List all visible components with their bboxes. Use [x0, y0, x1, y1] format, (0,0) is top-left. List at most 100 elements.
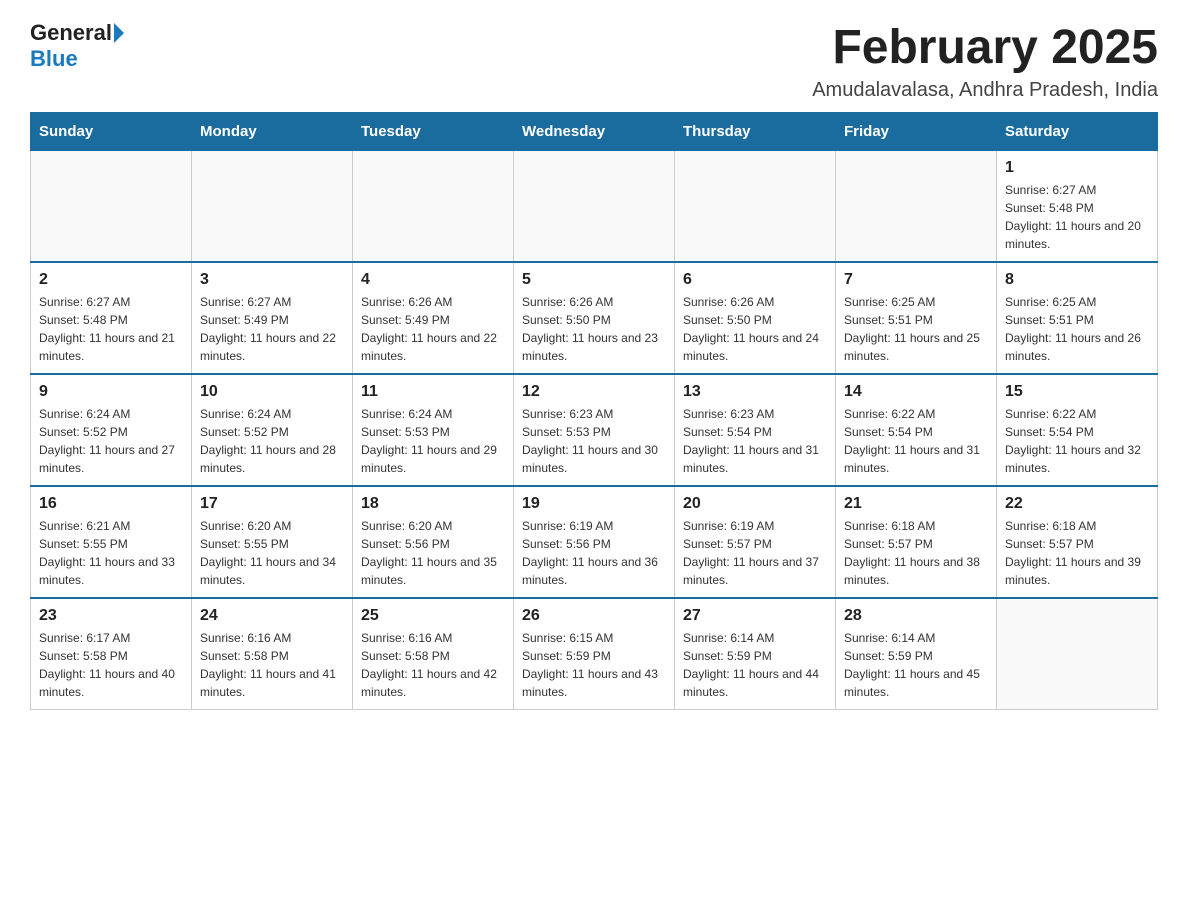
day-info: Sunrise: 6:26 AM Sunset: 5:50 PM Dayligh…	[522, 293, 666, 365]
day-info: Sunrise: 6:16 AM Sunset: 5:58 PM Dayligh…	[361, 629, 505, 701]
day-number: 1	[1005, 159, 1149, 177]
calendar-cell: 21Sunrise: 6:18 AM Sunset: 5:57 PM Dayli…	[836, 486, 997, 598]
weekday-header-sunday: Sunday	[31, 113, 192, 151]
calendar-cell: 22 Sunrise: 6:18 AM Sunset: 5:57 PM Dayli…	[997, 486, 1158, 598]
calendar-cell: 4 Sunrise: 6:26 AM Sunset: 5:49 PM Daylig…	[353, 262, 514, 374]
day-number: 4	[361, 271, 505, 289]
day-number: 16	[39, 495, 183, 513]
calendar-cell: 12 Sunrise: 6:23 AM Sunset: 5:53 PM Dayli…	[514, 374, 675, 486]
day-info: Sunrise: 6:24 AM Sunset: 5:53 PM Dayligh…	[361, 405, 505, 477]
calendar-week-4: 16 Sunrise: 6:21 AM Sunset: 5:55 PM Dayli…	[31, 486, 1158, 598]
page-header: General Blue February 2025 Amudalavalasa…	[30, 20, 1158, 102]
calendar-cell: 2 Sunrise: 6:27 AM Sunset: 5:48 PM Daylig…	[31, 262, 192, 374]
day-number: 8	[1005, 271, 1149, 289]
weekday-header-saturday: Saturday	[997, 113, 1158, 151]
day-info: Sunrise: 6:23 AM Sunset: 5:54 PM Dayligh…	[683, 405, 827, 477]
calendar-cell: 16 Sunrise: 6:21 AM Sunset: 5:55 PM Dayli…	[31, 486, 192, 598]
day-number: 12	[522, 383, 666, 401]
calendar-cell: 26 Sunrise: 6:15 AM Sunset: 5:59 PM Dayli…	[514, 598, 675, 710]
day-number: 11	[361, 383, 505, 401]
calendar-week-5: 23 Sunrise: 6:17 AM Sunset: 5:58 PM Dayli…	[31, 598, 1158, 710]
calendar-cell: 5 Sunrise: 6:26 AM Sunset: 5:50 PM Daylig…	[514, 262, 675, 374]
calendar-cell	[31, 151, 192, 263]
day-info: Sunrise: 6:23 AM Sunset: 5:53 PM Dayligh…	[522, 405, 666, 477]
calendar-cell	[353, 151, 514, 263]
day-info: Sunrise: 6:26 AM Sunset: 5:49 PM Dayligh…	[361, 293, 505, 365]
day-number: 9	[39, 383, 183, 401]
day-info: Sunrise: 6:21 AM Sunset: 5:55 PM Dayligh…	[39, 517, 183, 589]
day-info: Sunrise: 6:22 AM Sunset: 5:54 PM Dayligh…	[1005, 405, 1149, 477]
weekday-header-thursday: Thursday	[675, 113, 836, 151]
day-info: Sunrise: 6:27 AM Sunset: 5:48 PM Dayligh…	[39, 293, 183, 365]
calendar-cell: 8 Sunrise: 6:25 AM Sunset: 5:51 PM Daylig…	[997, 262, 1158, 374]
day-info: Sunrise: 6:17 AM Sunset: 5:58 PM Dayligh…	[39, 629, 183, 701]
day-number: 19	[522, 495, 666, 513]
day-info: Sunrise: 6:18 AM Sunset: 5:57 PM Dayligh…	[1005, 517, 1149, 589]
day-number: 5	[522, 271, 666, 289]
day-number: 28	[844, 607, 988, 625]
day-info: Sunrise: 6:24 AM Sunset: 5:52 PM Dayligh…	[200, 405, 344, 477]
day-info: Sunrise: 6:27 AM Sunset: 5:48 PM Dayligh…	[1005, 181, 1149, 253]
day-number: 22	[1005, 495, 1149, 513]
calendar-cell: 17Sunrise: 6:20 AM Sunset: 5:55 PM Dayli…	[192, 486, 353, 598]
title-section: February 2025 Amudalavalasa, Andhra Prad…	[812, 20, 1158, 102]
calendar-cell: 28 Sunrise: 6:14 AM Sunset: 5:59 PM Dayli…	[836, 598, 997, 710]
calendar-week-2: 2 Sunrise: 6:27 AM Sunset: 5:48 PM Daylig…	[31, 262, 1158, 374]
day-number: 14	[844, 383, 988, 401]
day-number: 2	[39, 271, 183, 289]
weekday-header-friday: Friday	[836, 113, 997, 151]
day-info: Sunrise: 6:19 AM Sunset: 5:57 PM Dayligh…	[683, 517, 827, 589]
day-info: Sunrise: 6:15 AM Sunset: 5:59 PM Dayligh…	[522, 629, 666, 701]
weekday-header-wednesday: Wednesday	[514, 113, 675, 151]
day-info: Sunrise: 6:24 AM Sunset: 5:52 PM Dayligh…	[39, 405, 183, 477]
calendar-cell: 23 Sunrise: 6:17 AM Sunset: 5:58 PM Dayli…	[31, 598, 192, 710]
logo-general-text: General	[30, 20, 112, 46]
calendar-cell: 1 Sunrise: 6:27 AM Sunset: 5:48 PM Daylig…	[997, 151, 1158, 263]
calendar-cell: 25 Sunrise: 6:16 AM Sunset: 5:58 PM Dayli…	[353, 598, 514, 710]
day-info: Sunrise: 6:26 AM Sunset: 5:50 PM Dayligh…	[683, 293, 827, 365]
calendar-table: SundayMondayTuesdayWednesdayThursdayFrid…	[30, 112, 1158, 710]
calendar-cell	[514, 151, 675, 263]
calendar-cell: 11 Sunrise: 6:24 AM Sunset: 5:53 PM Dayli…	[353, 374, 514, 486]
calendar-cell: 19 Sunrise: 6:19 AM Sunset: 5:56 PM Dayli…	[514, 486, 675, 598]
calendar-cell: 15Sunrise: 6:22 AM Sunset: 5:54 PM Dayli…	[997, 374, 1158, 486]
calendar-cell	[997, 598, 1158, 710]
day-info: Sunrise: 6:14 AM Sunset: 5:59 PM Dayligh…	[844, 629, 988, 701]
calendar-cell: 14 Sunrise: 6:22 AM Sunset: 5:54 PM Dayli…	[836, 374, 997, 486]
day-number: 20	[683, 495, 827, 513]
day-number: 23	[39, 607, 183, 625]
day-number: 10	[200, 383, 344, 401]
calendar-cell	[675, 151, 836, 263]
calendar-cell: 3Sunrise: 6:27 AM Sunset: 5:49 PM Daylig…	[192, 262, 353, 374]
day-info: Sunrise: 6:22 AM Sunset: 5:54 PM Dayligh…	[844, 405, 988, 477]
day-info: Sunrise: 6:16 AM Sunset: 5:58 PM Dayligh…	[200, 629, 344, 701]
day-number: 7	[844, 271, 988, 289]
day-info: Sunrise: 6:25 AM Sunset: 5:51 PM Dayligh…	[844, 293, 988, 365]
day-info: Sunrise: 6:19 AM Sunset: 5:56 PM Dayligh…	[522, 517, 666, 589]
calendar-week-3: 9 Sunrise: 6:24 AM Sunset: 5:52 PM Daylig…	[31, 374, 1158, 486]
logo-text: General	[30, 20, 126, 46]
calendar-week-1: 1 Sunrise: 6:27 AM Sunset: 5:48 PM Daylig…	[31, 151, 1158, 263]
calendar-cell: 13Sunrise: 6:23 AM Sunset: 5:54 PM Dayli…	[675, 374, 836, 486]
logo-blue-text: Blue	[30, 46, 78, 72]
weekday-header-tuesday: Tuesday	[353, 113, 514, 151]
day-number: 26	[522, 607, 666, 625]
day-info: Sunrise: 6:18 AM Sunset: 5:57 PM Dayligh…	[844, 517, 988, 589]
calendar-cell: 18Sunrise: 6:20 AM Sunset: 5:56 PM Dayli…	[353, 486, 514, 598]
calendar-cell: 27Sunrise: 6:14 AM Sunset: 5:59 PM Dayli…	[675, 598, 836, 710]
day-info: Sunrise: 6:25 AM Sunset: 5:51 PM Dayligh…	[1005, 293, 1149, 365]
page-title: February 2025	[812, 20, 1158, 75]
weekday-header-row: SundayMondayTuesdayWednesdayThursdayFrid…	[31, 113, 1158, 151]
day-number: 6	[683, 271, 827, 289]
day-number: 3	[200, 271, 344, 289]
calendar-cell	[192, 151, 353, 263]
calendar-cell: 6 Sunrise: 6:26 AM Sunset: 5:50 PM Daylig…	[675, 262, 836, 374]
day-number: 25	[361, 607, 505, 625]
calendar-cell: 7 Sunrise: 6:25 AM Sunset: 5:51 PM Daylig…	[836, 262, 997, 374]
day-number: 24	[200, 607, 344, 625]
location-subtitle: Amudalavalasa, Andhra Pradesh, India	[812, 79, 1158, 102]
logo-arrow-icon	[114, 23, 124, 43]
calendar-cell: 10 Sunrise: 6:24 AM Sunset: 5:52 PM Dayli…	[192, 374, 353, 486]
day-info: Sunrise: 6:20 AM Sunset: 5:56 PM Dayligh…	[361, 517, 505, 589]
calendar-cell: 20 Sunrise: 6:19 AM Sunset: 5:57 PM Dayli…	[675, 486, 836, 598]
